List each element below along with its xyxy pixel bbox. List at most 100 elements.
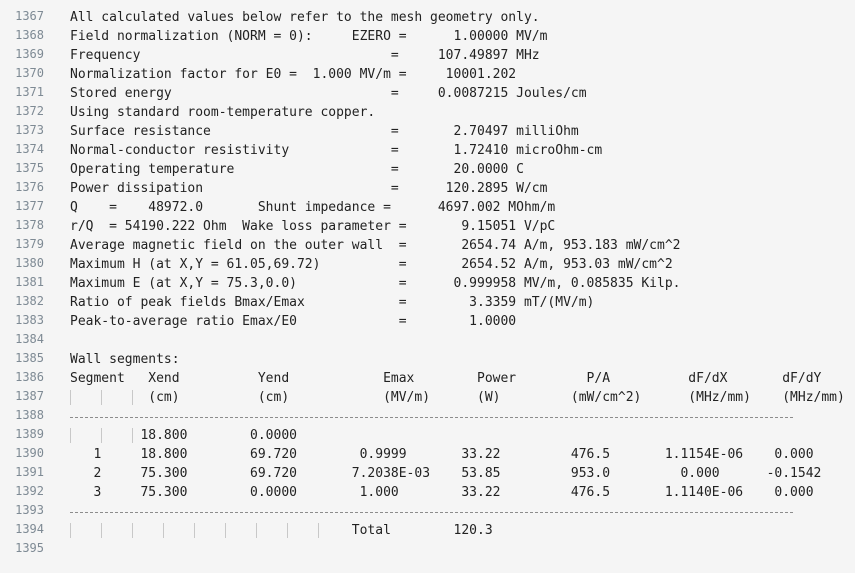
editor-line: 1369 Frequency = 107.49897 MHz (0, 46, 855, 65)
indent-guide (70, 428, 71, 443)
editor-line: 1388 (0, 407, 855, 426)
line-text: Ratio of peak fields Bmax/Emax = 3.3359 … (70, 295, 595, 310)
line-number: 1391 (15, 465, 44, 479)
editor-line: 1390 1 18.800 69.720 0.9999 33.22 476.5 … (0, 445, 855, 464)
line-text: Normalization factor for E0 = 1.000 MV/m… (70, 67, 517, 82)
editor-line: 1370 Normalization factor for E0 = 1.000… (0, 65, 855, 84)
editor-line: 1389 18.800 0.0000 (0, 426, 855, 445)
editor-line: 1373 Surface resistance = 2.70497 milliO… (0, 122, 855, 141)
editor-line: 1387 (cm) (cm) (MV/m) (W) (mW/cm^2) (MHz… (0, 388, 855, 407)
line-text: Maximum H (at X,Y = 61.05,69.72) = 2654.… (70, 257, 673, 272)
indent-guide (194, 523, 195, 538)
line-number: 1374 (15, 142, 44, 156)
line-text: Surface resistance = 2.70497 milliOhm (70, 124, 579, 139)
indent-guide (225, 523, 226, 538)
indent-guide (70, 523, 71, 538)
editor-line: 1383 Peak-to-average ratio Emax/E0 = 1.0… (0, 312, 855, 331)
line-text: (cm) (cm) (MV/m) (W) (mW/cm^2) (MHz/mm) … (70, 390, 845, 405)
editor-line: 1376 Power dissipation = 120.2895 W/cm (0, 179, 855, 198)
line-text: Total 120.3 (70, 523, 493, 538)
line-text: r/Q = 54190.222 Ohm Wake loss parameter … (70, 219, 556, 234)
line-number: 1383 (15, 313, 44, 327)
line-number: 1394 (15, 522, 44, 536)
line-number: 1370 (15, 66, 44, 80)
line-text: Power dissipation = 120.2895 W/cm (70, 181, 548, 196)
line-text: Segment Xend Yend Emax Power P/A dF/dX d… (70, 371, 822, 386)
text-editor-viewport[interactable]: 1367 All calculated values below refer t… (0, 0, 855, 573)
editor-line: 1377 Q = 48972.0 Shunt impedance = 4697.… (0, 198, 855, 217)
line-number: 1389 (15, 427, 44, 441)
line-text: Wall segments: (70, 352, 180, 367)
line-number: 1377 (15, 199, 44, 213)
editor-line: 1386 Segment Xend Yend Emax Power P/A dF… (0, 369, 855, 388)
line-number: 1372 (15, 104, 44, 118)
line-number: 1382 (15, 294, 44, 308)
editor-line: 1380 Maximum H (at X,Y = 61.05,69.72) = … (0, 255, 855, 274)
line-number: 1371 (15, 85, 44, 99)
line-number: 1373 (15, 123, 44, 137)
line-text: Field normalization (NORM = 0): EZERO = … (70, 29, 548, 44)
line-text: 1 18.800 69.720 0.9999 33.22 476.5 1.115… (70, 447, 814, 462)
line-number: 1368 (15, 28, 44, 42)
line-text: Using standard room-temperature copper. (70, 105, 376, 120)
line-number: 1387 (15, 389, 44, 403)
line-number: 1369 (15, 47, 44, 61)
indent-guide (101, 523, 102, 538)
line-number: 1379 (15, 237, 44, 251)
line-text: Peak-to-average ratio Emax/E0 = 1.0000 (70, 314, 517, 329)
editor-line: 1368 Field normalization (NORM = 0): EZE… (0, 27, 855, 46)
line-number: 1376 (15, 180, 44, 194)
line-text: 2 75.300 69.720 7.2038E-03 53.85 953.0 0… (70, 466, 822, 481)
line-text: Average magnetic field on the outer wall… (70, 238, 681, 253)
indent-guide (132, 428, 133, 443)
line-text: Frequency = 107.49897 MHz (70, 48, 540, 63)
line-number: 1380 (15, 256, 44, 270)
editor-line: 1378 r/Q = 54190.222 Ohm Wake loss param… (0, 217, 855, 236)
indent-guide (132, 390, 133, 405)
indent-guide (163, 523, 164, 538)
line-number: 1393 (15, 503, 44, 517)
line-number: 1381 (15, 275, 44, 289)
line-text: Normal-conductor resistivity = 1.72410 m… (70, 143, 603, 158)
editor-line: 1382 Ratio of peak fields Bmax/Emax = 3.… (0, 293, 855, 312)
indent-guide (132, 523, 133, 538)
line-text: Stored energy = 0.0087215 Joules/cm (70, 86, 587, 101)
editor-line: 1375 Operating temperature = 20.0000 C (0, 160, 855, 179)
editor-line: 1384 (0, 331, 855, 350)
indent-guide (101, 428, 102, 443)
line-number: 1384 (15, 332, 44, 346)
editor-line: 1391 2 75.300 69.720 7.2038E-03 53.85 95… (0, 464, 855, 483)
line-number: 1378 (15, 218, 44, 232)
editor-line: 1374 Normal-conductor resistivity = 1.72… (0, 141, 855, 160)
indent-guide (101, 390, 102, 405)
line-number: 1395 (15, 541, 44, 555)
line-text: 3 75.300 0.0000 1.000 33.22 476.5 1.1140… (70, 485, 814, 500)
line-number: 1386 (15, 370, 44, 384)
editor-line: 1392 3 75.300 0.0000 1.000 33.22 476.5 1… (0, 483, 855, 502)
line-text: All calculated values below refer to the… (70, 10, 540, 25)
editor-line: 1371 Stored energy = 0.0087215 Joules/cm (0, 84, 855, 103)
line-text: Maximum E (at X,Y = 75.3,0.0) = 0.999958… (70, 276, 681, 291)
indent-guide (287, 523, 288, 538)
editor-line: 1393 (0, 502, 855, 521)
line-number: 1367 (15, 9, 44, 23)
line-text: Q = 48972.0 Shunt impedance = 4697.002 M… (70, 200, 556, 215)
editor-line: 1372 Using standard room-temperature cop… (0, 103, 855, 122)
editor-line: 1385 Wall segments: (0, 350, 855, 369)
editor-line: 1394 Total 120.3 (0, 521, 855, 540)
line-number: 1390 (15, 446, 44, 460)
dashed-separator (70, 512, 793, 513)
line-text: 18.800 0.0000 (70, 428, 297, 443)
line-number: 1392 (15, 484, 44, 498)
dashed-separator (70, 417, 793, 418)
line-number: 1388 (15, 408, 44, 422)
editor-line: 1395 (0, 540, 855, 559)
line-text: Operating temperature = 20.0000 C (70, 162, 524, 177)
editor-line: 1379 Average magnetic field on the outer… (0, 236, 855, 255)
line-number: 1385 (15, 351, 44, 365)
line-number: 1375 (15, 161, 44, 175)
editor-line: 1381 Maximum E (at X,Y = 75.3,0.0) = 0.9… (0, 274, 855, 293)
editor-line: 1367 All calculated values below refer t… (0, 8, 855, 27)
indent-guide (256, 523, 257, 538)
indent-guide (318, 523, 319, 538)
